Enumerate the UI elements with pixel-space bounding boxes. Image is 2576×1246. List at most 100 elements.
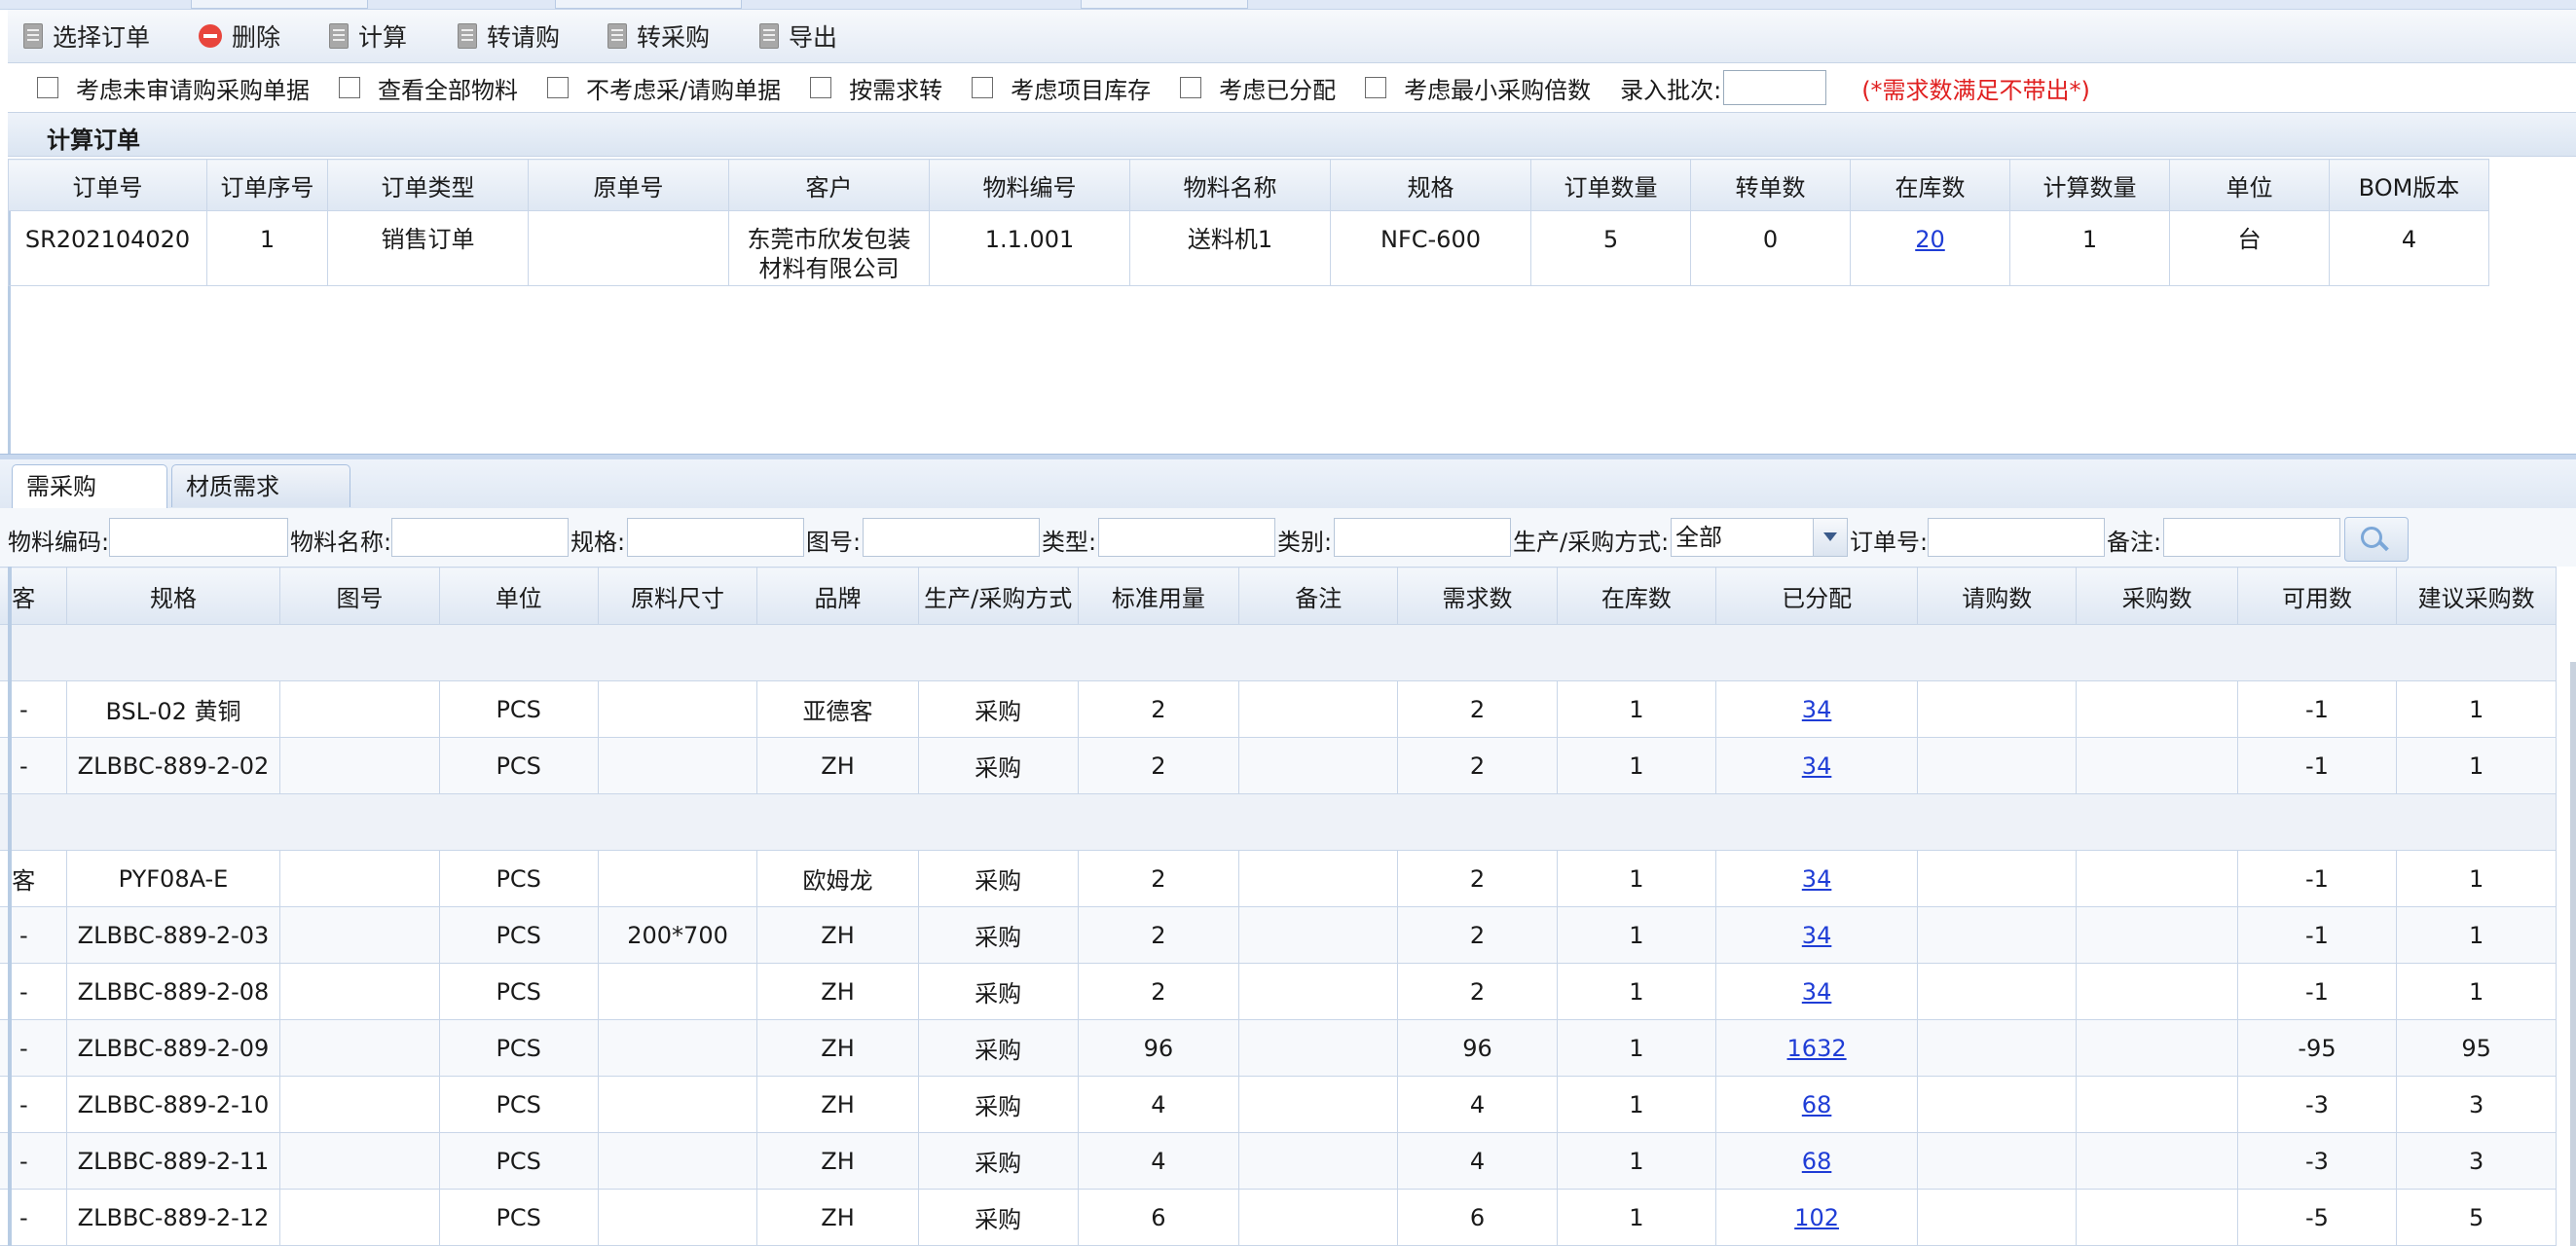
checkbox[interactable] (1365, 77, 1387, 98)
col-material-name[interactable]: 物料名称 (1129, 159, 1331, 211)
table-row[interactable]: 客 PYF08A-E PCS 欧姆龙 采购 2 2 1 34 -1 1 (0, 850, 2557, 907)
table-row[interactable]: - BSL-02 黄铜 PCS 亚德客 采购 2 2 1 34 -1 1 (0, 680, 2557, 738)
col-orig-no[interactable]: 原单号 (528, 159, 729, 211)
calculate-button[interactable]: 计算 (329, 18, 407, 55)
allocated-link[interactable]: 102 (1794, 1204, 1839, 1231)
table-row[interactable]: - ZLBBC-889-2-10 PCS ZH 采购 4 4 1 68 -3 3 (0, 1076, 2557, 1133)
cell-purchase (2076, 963, 2238, 1020)
option-unreviewed[interactable]: 考虑未审请购采购单据 (8, 71, 310, 105)
col-order-seq[interactable]: 订单序号 (206, 159, 328, 211)
allocated-link[interactable]: 34 (1802, 922, 1832, 949)
table-row[interactable]: - ZLBBC-889-2-12 PCS ZH 采购 6 6 1 102 -5 5 (0, 1189, 2557, 1246)
col-spec[interactable]: 规格 (65, 567, 281, 625)
col-customer[interactable]: 客户 (728, 159, 930, 211)
allocated-link[interactable]: 68 (1802, 1091, 1832, 1118)
cell-brand: 亚德客 (756, 680, 919, 738)
checkbox[interactable] (339, 77, 360, 98)
col-order-no[interactable]: 订单号 (8, 159, 207, 211)
chevron-down-icon[interactable] (1813, 519, 1847, 556)
to-requisition-button[interactable]: 转请购 (458, 18, 560, 55)
col-calc-qty[interactable]: 计算数量 (2009, 159, 2170, 211)
col-unit[interactable]: 单位 (2169, 159, 2330, 211)
table-row[interactable]: - ZLBBC-889-2-08 PCS ZH 采购 2 2 1 34 -1 1 (0, 963, 2557, 1020)
cell-remark (1238, 1189, 1399, 1246)
col-raw-size[interactable]: 原料尺寸 (597, 567, 758, 625)
checkbox[interactable] (1180, 77, 1202, 98)
col-unit[interactable]: 单位 (438, 567, 599, 625)
prod-method-select[interactable]: 全部 (1671, 518, 1848, 557)
option-min-multiple[interactable]: 考虑最小采购倍数 (1365, 71, 1591, 105)
cell-purchase (2076, 680, 2238, 738)
col-requisition[interactable]: 请购数 (1917, 567, 2078, 625)
col-brand[interactable]: 品牌 (756, 567, 919, 625)
search-button[interactable] (2344, 517, 2409, 562)
option-allocated[interactable]: 考虑已分配 (1180, 71, 1336, 105)
batch-input[interactable] (1723, 70, 1827, 105)
col-std-qty[interactable]: 标准用量 (1077, 567, 1240, 625)
table-row[interactable]: - ZLBBC-889-2-11 PCS ZH 采购 4 4 1 68 -3 3 (0, 1132, 2557, 1190)
cell-method: 采购 (917, 1132, 1079, 1190)
in-stock-link[interactable]: 20 (1915, 226, 1945, 253)
col-purchase[interactable]: 采购数 (2076, 567, 2238, 625)
allocated-link[interactable]: 34 (1802, 752, 1832, 780)
table-row[interactable]: - ZLBBC-889-2-02 PCS ZH 采购 2 2 1 34 -1 1 (0, 737, 2557, 794)
material-name-input[interactable] (391, 518, 569, 557)
allocated-link[interactable]: 34 (1802, 978, 1832, 1006)
cell-material-no: 1.1.001 (929, 210, 1130, 286)
cell-spec: BSL-02 黄铜 (65, 680, 281, 738)
table-row[interactable]: - ZLBBC-889-2-03 PCS 200*700 ZH 采购 2 2 1 34 -1 1 (0, 906, 2557, 964)
tab-material-demand[interactable]: 材质需求 (171, 464, 350, 507)
allocated-link[interactable]: 34 (1802, 696, 1832, 723)
order-row[interactable]: SR202104020 1 销售订单 东莞市欣发包装 材料有限公司 1.1.001… (8, 210, 2489, 286)
col-demand[interactable]: 需求数 (1397, 567, 1558, 625)
cell-stock: 1 (1556, 737, 1717, 794)
order-no-input[interactable] (1928, 518, 2105, 557)
group-header-row[interactable] (0, 624, 2557, 681)
to-purchase-button[interactable]: 转采购 (607, 18, 710, 55)
col-remark[interactable]: 备注 (1238, 567, 1399, 625)
checkbox[interactable] (547, 77, 569, 98)
remark-input[interactable] (2163, 518, 2340, 557)
material-code-input[interactable] (109, 518, 288, 557)
option-by-demand[interactable]: 按需求转 (810, 71, 942, 105)
col-spec[interactable]: 规格 (1330, 159, 1531, 211)
cell-std-qty: 2 (1077, 963, 1240, 1020)
tab-purchase-needed[interactable]: 需采购 (12, 464, 167, 509)
allocated-link[interactable]: 68 (1802, 1148, 1832, 1175)
export-button[interactable]: 导出 (759, 18, 837, 55)
vertical-scrollbar[interactable] (2570, 662, 2576, 1246)
col-bom[interactable]: BOM版本 (2329, 159, 2489, 211)
batch-label: 录入批次: (1620, 76, 1722, 104)
cell-std-qty: 2 (1077, 737, 1240, 794)
col-method[interactable]: 生产/采购方式 (917, 567, 1079, 625)
select-order-button[interactable]: 选择订单 (23, 18, 150, 55)
col-material-no[interactable]: 物料编号 (929, 159, 1130, 211)
col-order-qty[interactable]: 订单数量 (1530, 159, 1691, 211)
spec-input[interactable] (627, 518, 804, 557)
cell-unit: PCS (438, 1076, 599, 1133)
col-allocated[interactable]: 已分配 (1715, 567, 1919, 625)
delete-button[interactable]: 删除 (199, 18, 280, 55)
allocated-link[interactable]: 1632 (1787, 1035, 1847, 1062)
col-transferred[interactable]: 转单数 (1690, 159, 1851, 211)
option-all-materials[interactable]: 查看全部物料 (339, 71, 518, 105)
drawing-no-input[interactable] (863, 518, 1040, 557)
col-in-stock[interactable]: 在库数 (1850, 159, 2010, 211)
col-order-type[interactable]: 订单类型 (327, 159, 529, 211)
category-input[interactable] (1334, 518, 1511, 557)
type-input[interactable] (1098, 518, 1275, 557)
col-stock[interactable]: 在库数 (1556, 567, 1717, 625)
allocated-link[interactable]: 34 (1802, 865, 1832, 893)
col-suggest[interactable]: 建议采购数 (2396, 567, 2557, 625)
option-ignore-docs[interactable]: 不考虑采/请购单据 (547, 71, 781, 105)
col-drawing[interactable]: 图号 (279, 567, 440, 625)
group-header-row[interactable] (0, 793, 2557, 851)
col-available[interactable]: 可用数 (2236, 567, 2398, 625)
checkbox[interactable] (972, 77, 994, 98)
table-row[interactable]: - ZLBBC-889-2-09 PCS ZH 采购 96 96 1 1632 -95 95 (0, 1019, 2557, 1077)
option-project-stock[interactable]: 考虑项目库存 (972, 71, 1151, 105)
checkbox[interactable] (810, 77, 832, 98)
checkbox[interactable] (37, 77, 58, 98)
cell-raw-size (597, 1132, 758, 1190)
cell-raw-size (597, 737, 758, 794)
